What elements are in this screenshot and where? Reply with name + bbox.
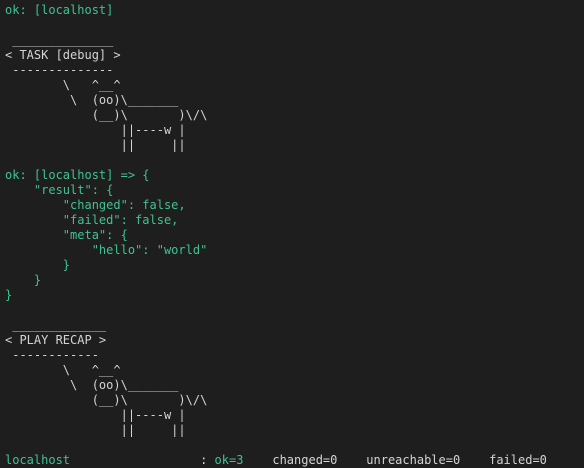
recap-failed: failed=0 bbox=[489, 453, 547, 467]
terminal-line: ok: [localhost] => { bbox=[5, 168, 150, 182]
terminal-line: "hello": "world" bbox=[5, 243, 208, 257]
terminal-line: ______________ bbox=[5, 33, 114, 47]
recap-changed: changed=0 bbox=[272, 453, 338, 467]
terminal-line: (__)\ )\/\ bbox=[5, 393, 208, 407]
terminal-line: < TASK [debug] > bbox=[5, 48, 121, 62]
terminal-line: } bbox=[5, 288, 13, 302]
terminal-line: \ ^__^ bbox=[5, 363, 121, 377]
recap-gap-2 bbox=[337, 453, 366, 467]
terminal-line: "result": { bbox=[5, 183, 114, 197]
terminal-line: ||----w | bbox=[5, 408, 186, 422]
terminal-output: ok: [localhost] ______________ < TASK [de… bbox=[5, 3, 584, 468]
recap-padding bbox=[70, 453, 200, 467]
terminal-line: } bbox=[5, 273, 42, 287]
recap-ok: ok=3 bbox=[214, 453, 244, 467]
terminal-line: (__)\ )\/\ bbox=[5, 108, 208, 122]
terminal-line: "failed": false, bbox=[5, 213, 179, 227]
terminal-line: ok: [localhost] bbox=[5, 3, 114, 17]
terminal-line: _____________ bbox=[5, 318, 107, 332]
terminal-line: ------------ bbox=[5, 348, 99, 362]
terminal-line: \ ^__^ bbox=[5, 78, 121, 92]
play-recap-row: localhost : ok=3 changed=0 unreachable=0… bbox=[5, 453, 584, 468]
terminal-line: || || bbox=[5, 423, 186, 437]
terminal-line: \ (oo)\_______ bbox=[5, 93, 179, 107]
terminal-lines: ok: [localhost] ______________ < TASK [de… bbox=[5, 3, 584, 453]
terminal-line: < PLAY RECAP > bbox=[5, 333, 107, 347]
terminal-line: || || bbox=[5, 138, 186, 152]
recap-colon: : bbox=[200, 453, 215, 467]
recap-unreachable: unreachable=0 bbox=[366, 453, 461, 467]
recap-host: localhost bbox=[5, 453, 71, 467]
terminal-line: "meta": { bbox=[5, 228, 128, 242]
terminal-line: -------------- bbox=[5, 63, 114, 77]
recap-gap-3 bbox=[460, 453, 489, 467]
terminal-line: ||----w | bbox=[5, 123, 186, 137]
terminal-line: } bbox=[5, 258, 71, 272]
terminal-line: \ (oo)\_______ bbox=[5, 378, 179, 392]
terminal-line: "changed": false, bbox=[5, 198, 186, 212]
recap-gap-1 bbox=[243, 453, 272, 467]
